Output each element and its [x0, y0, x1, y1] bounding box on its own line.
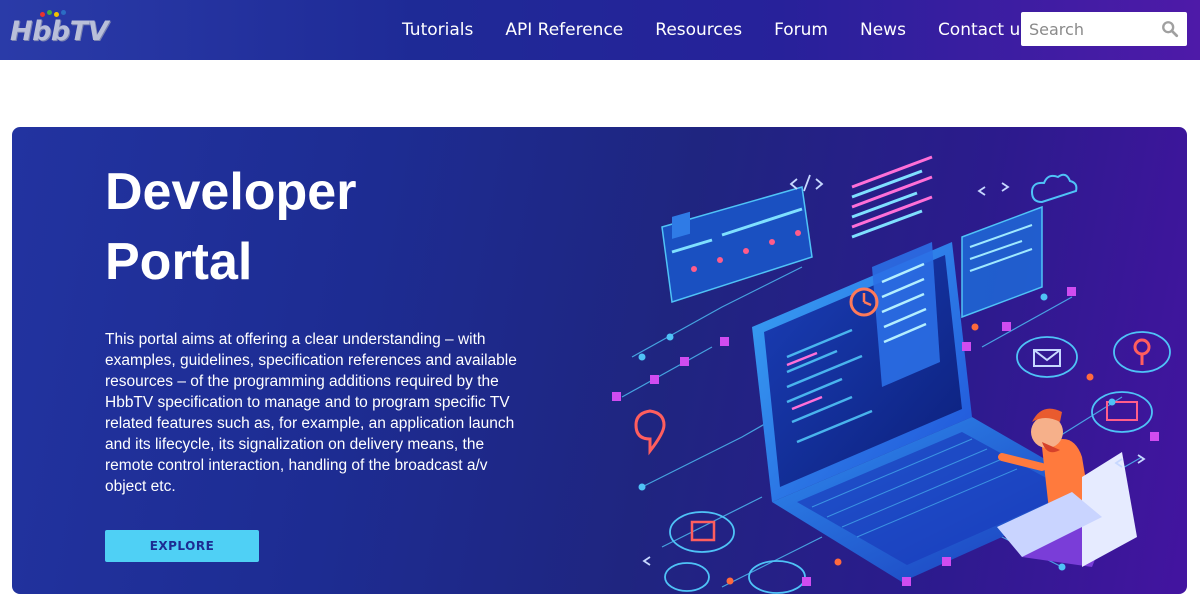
search-box	[1021, 12, 1187, 46]
main-menu: Tutorials API Reference Resources Forum …	[386, 0, 1045, 60]
nav-link-contact-us[interactable]: Contact us	[938, 20, 1029, 40]
nav-link-resources[interactable]: Resources	[655, 20, 742, 40]
hero-banner: Developer Portal This portal aims at off…	[12, 127, 1187, 594]
hero-description: This portal aims at offering a clear und…	[105, 331, 517, 495]
search-icon[interactable]	[1161, 20, 1179, 38]
hbbtv-logo[interactable]: HbbTV	[10, 8, 110, 50]
top-navigation-bar: HbbTV Tutorials API Reference Resources …	[0, 0, 1200, 60]
page-title: Developer Portal	[105, 163, 357, 291]
explore-button[interactable]: EXPLORE	[105, 530, 259, 562]
search-input[interactable]	[1021, 12, 1149, 46]
nav-link-tutorials[interactable]: Tutorials	[402, 20, 473, 40]
isometric-laptop-developer-illustration	[612, 155, 1171, 594]
nav-link-news[interactable]: News	[860, 20, 906, 40]
logo-text: HbbTV	[10, 16, 109, 47]
nav-link-forum[interactable]: Forum	[774, 20, 828, 40]
nav-link-api-reference[interactable]: API Reference	[505, 20, 623, 40]
